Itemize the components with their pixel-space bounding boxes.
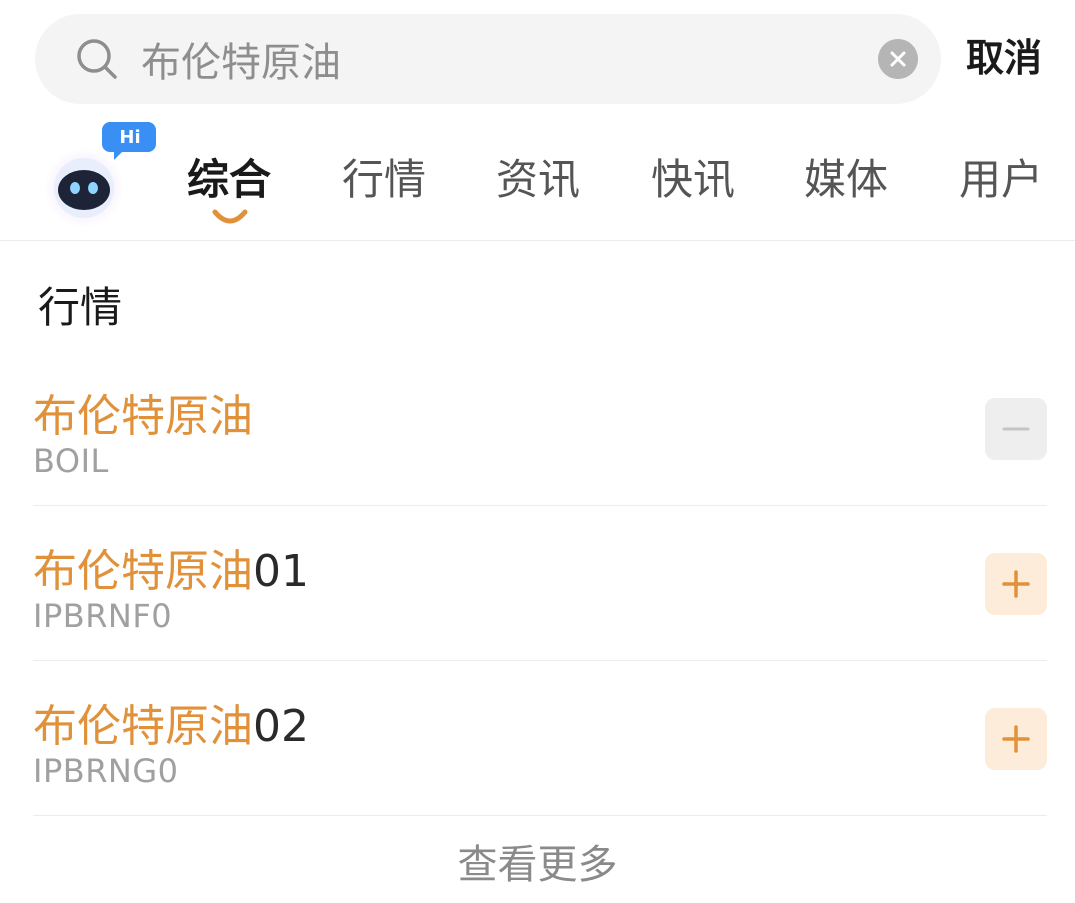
item-name: 布伦特原油02: [33, 690, 309, 754]
item-code: BOIL: [33, 442, 109, 480]
tab-divider: [0, 240, 1075, 241]
assistant-badge-text: Hi: [119, 127, 140, 148]
section-title: 行情: [38, 283, 123, 332]
clear-icon[interactable]: [878, 39, 918, 79]
active-tab-indicator: [212, 209, 248, 224]
item-code: IPBRNG0: [33, 752, 179, 790]
cancel-button[interactable]: 取消: [958, 28, 1050, 88]
item-name-highlight: 布伦特原油: [33, 391, 253, 442]
tab-news[interactable]: 资讯: [496, 148, 580, 218]
tab-market[interactable]: 行情: [342, 148, 426, 218]
remove-watchlist-button[interactable]: [985, 398, 1047, 460]
list-item[interactable]: 布伦特原油01 IPBRNF0: [33, 527, 1047, 682]
add-watchlist-button[interactable]: [985, 708, 1047, 770]
search-bar[interactable]: [35, 14, 941, 104]
tab-users[interactable]: 用户: [959, 148, 1043, 218]
list-item[interactable]: 布伦特原油 BOIL: [33, 372, 1047, 527]
view-more-link[interactable]: 查看更多: [0, 832, 1075, 890]
search-icon: [77, 39, 117, 79]
item-name: 布伦特原油: [33, 380, 253, 444]
plus-icon: [1002, 725, 1030, 753]
row-divider: [33, 505, 1047, 506]
item-name-highlight: 布伦特原油: [33, 701, 253, 752]
item-code: IPBRNF0: [33, 597, 173, 635]
plus-icon: [1002, 570, 1030, 598]
list-item[interactable]: 布伦特原油02 IPBRNG0: [33, 682, 1047, 837]
item-name: 布伦特原油01: [33, 535, 309, 599]
item-name-highlight: 布伦特原油: [33, 546, 253, 597]
minus-icon: [1002, 427, 1030, 431]
item-name-suffix: 02: [253, 701, 309, 752]
row-divider: [33, 660, 1047, 661]
search-results-page: 取消 Hi 综合 行情 资讯 快讯 媒体 用户 行情 布伦特原油 BOIL: [0, 0, 1075, 903]
tab-bar: 综合 行情 资讯 快讯 媒体 用户: [0, 148, 1075, 218]
row-divider: [33, 815, 1047, 816]
tab-flash[interactable]: 快讯: [651, 148, 735, 218]
tab-media[interactable]: 媒体: [804, 148, 888, 218]
add-watchlist-button[interactable]: [985, 553, 1047, 615]
search-input[interactable]: [141, 14, 861, 104]
item-name-suffix: 01: [253, 546, 309, 597]
